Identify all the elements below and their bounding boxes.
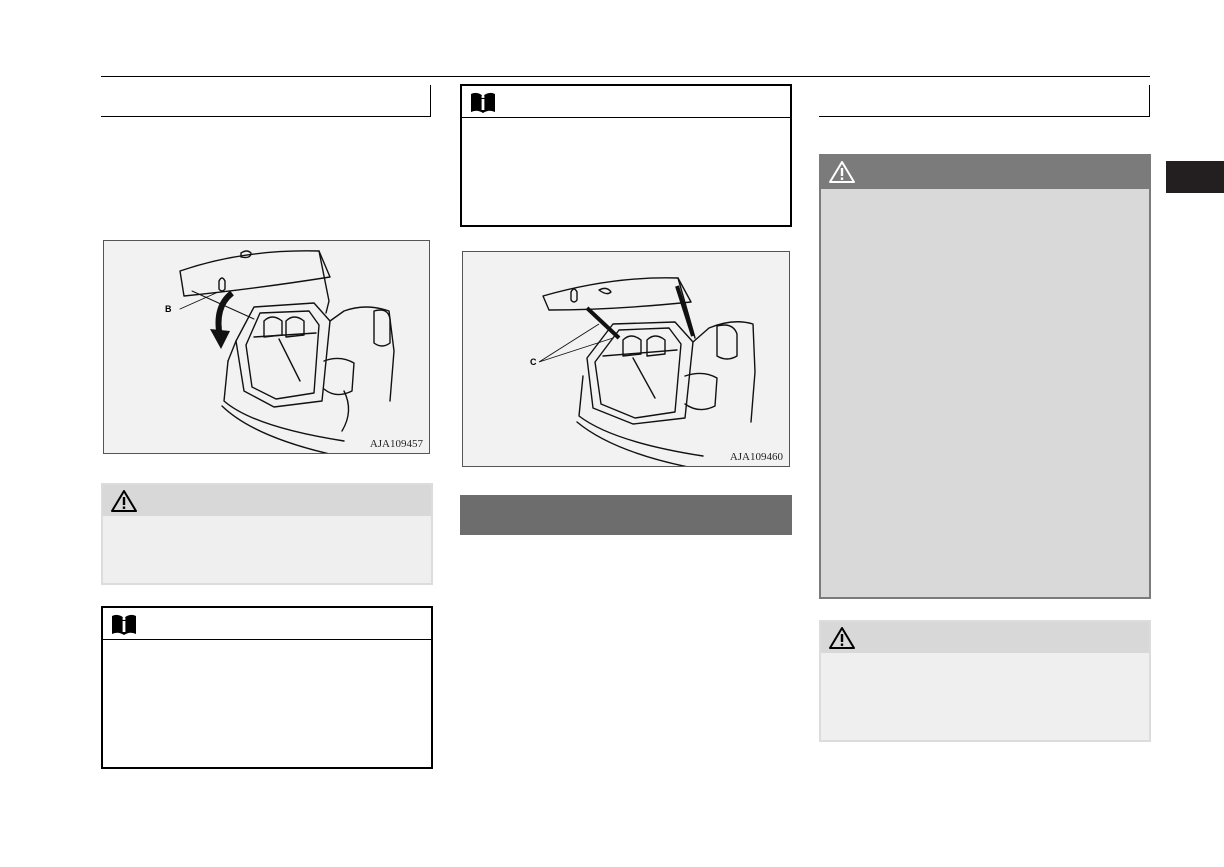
warning-triangle-icon — [829, 161, 855, 183]
warning-box-left — [101, 483, 433, 585]
warning-box-left-header — [103, 485, 431, 516]
figure-tailgate-struts: C AJA109460 — [462, 251, 790, 467]
note-book-icon — [112, 614, 136, 635]
figure-tailgate-closing: B AJA109457 — [103, 240, 430, 454]
section-heading-right — [819, 85, 1150, 117]
note-box-middle-header — [462, 86, 790, 118]
tailgate-struts-illustration — [538, 277, 756, 466]
note-box-left-header — [103, 608, 431, 640]
top-rule — [101, 76, 1150, 77]
figure-callout-c: C — [530, 357, 537, 367]
warning-box-right-large-header — [821, 156, 1149, 189]
figure-code-middle: AJA109460 — [729, 451, 783, 463]
figure-code-left: AJA109457 — [369, 438, 423, 450]
section-band-middle — [460, 495, 792, 535]
figure-callout-b: B — [165, 304, 172, 314]
tailgate-closing-illustration — [179, 250, 395, 453]
warning-triangle-icon — [829, 627, 855, 649]
warning-box-right-small-header — [821, 622, 1149, 653]
warning-triangle-icon — [111, 490, 137, 512]
note-book-icon — [471, 92, 495, 113]
note-box-middle — [460, 84, 792, 227]
warning-box-right-large — [819, 154, 1151, 599]
chapter-thumb-tab — [1166, 161, 1224, 193]
note-box-left — [101, 606, 433, 769]
section-heading-left — [101, 85, 431, 117]
warning-box-right-small — [819, 620, 1151, 742]
